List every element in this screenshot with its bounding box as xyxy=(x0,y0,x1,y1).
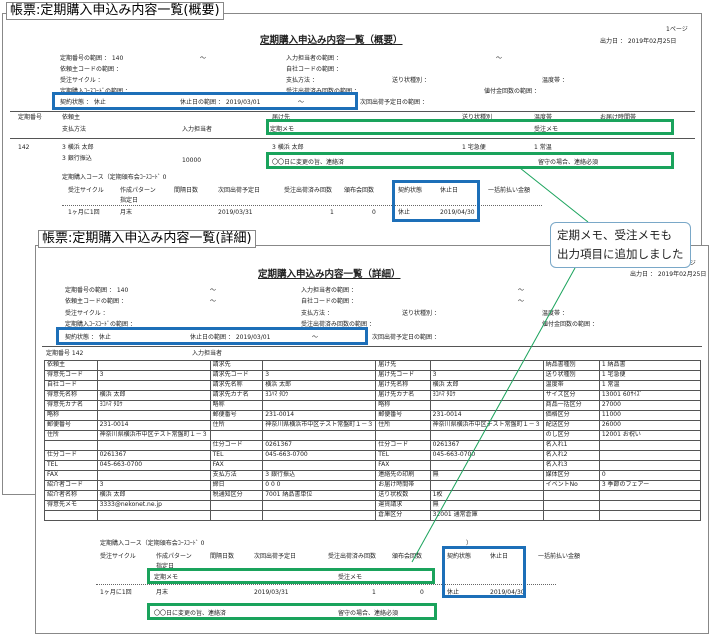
callout-line: 出力項目に追加しました xyxy=(557,247,684,261)
callout-line: 定期メモ、受注メモも xyxy=(557,228,672,242)
callout-note: 定期メモ、受注メモも 出力項目に追加しました xyxy=(550,222,691,268)
callout-connector xyxy=(411,167,589,563)
